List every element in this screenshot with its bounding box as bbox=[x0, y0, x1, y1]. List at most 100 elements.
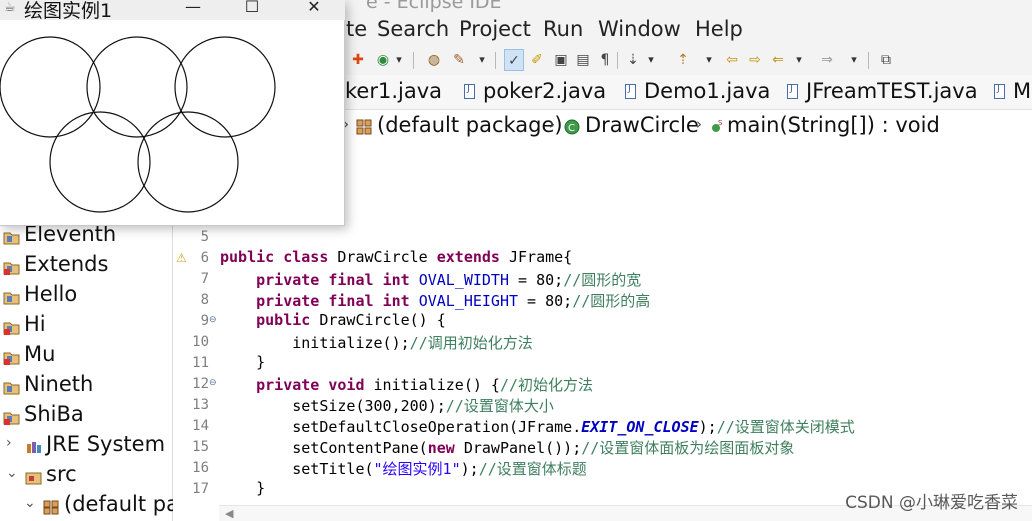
code-line[interactable]: private final int OVAL_WIDTH = 80;//圆形的宽 bbox=[220, 269, 641, 290]
explorer-item[interactable]: (default pac bbox=[64, 492, 191, 516]
toggle-breadcrumb-icon[interactable]: ✓ bbox=[504, 49, 524, 71]
expand-icon[interactable]: › bbox=[6, 435, 12, 451]
line-number: 12 bbox=[192, 376, 209, 392]
svg-text:C: C bbox=[568, 123, 575, 134]
code-line[interactable]: } bbox=[220, 479, 265, 497]
coverage-icon[interactable]: ◉ bbox=[373, 49, 393, 71]
explorer-item[interactable]: Mu bbox=[24, 342, 55, 366]
menu-item-window[interactable]: Window bbox=[598, 17, 681, 41]
collapse-icon[interactable]: ⌄ bbox=[24, 495, 36, 511]
line-number: 11 bbox=[192, 355, 209, 371]
run-tool-icon[interactable]: ✚ bbox=[348, 49, 368, 71]
breadcrumb-class[interactable]: DrawCircle bbox=[585, 113, 699, 137]
explorer-item[interactable]: JRE System Li bbox=[46, 432, 189, 456]
word-wrap-icon[interactable]: ▤ bbox=[573, 49, 593, 71]
circle-4 bbox=[49, 111, 151, 213]
explorer-item[interactable]: Hi bbox=[24, 312, 46, 336]
last-edit-location-icon[interactable]: ⇦ bbox=[722, 49, 742, 71]
explorer-item[interactable]: ShiBa bbox=[24, 402, 84, 426]
code-line[interactable]: setDefaultCloseOperation(JFrame.EXIT_ON_… bbox=[220, 416, 855, 437]
tab-label: poker2.java bbox=[483, 79, 607, 103]
block-selection-icon[interactable]: ▣ bbox=[551, 49, 571, 71]
chevron-right-icon[interactable]: › bbox=[696, 115, 702, 133]
explorer-item[interactable]: Extends bbox=[24, 252, 108, 276]
menu-item-run[interactable]: Run bbox=[543, 17, 583, 41]
swing-titlebar[interactable]: ☕ 绘图实例1 — ☐ ✕ bbox=[0, 0, 345, 22]
mark-occurrences-icon[interactable]: ✐ bbox=[527, 49, 547, 71]
previous-annotation-dropdown-icon[interactable]: ▾ bbox=[703, 49, 715, 71]
menu-item-help[interactable]: Help bbox=[695, 17, 743, 41]
fold-toggle-icon[interactable]: ⊖ bbox=[209, 378, 217, 388]
explorer-item[interactable]: src bbox=[46, 462, 77, 486]
collapse-icon[interactable]: ⌄ bbox=[6, 465, 18, 481]
java-file-icon bbox=[464, 83, 475, 99]
previous-annotation-icon[interactable]: ⇡ bbox=[673, 49, 693, 71]
search-tool-icon[interactable]: ✎ bbox=[449, 49, 469, 71]
project-folder-icon bbox=[3, 262, 20, 275]
line-number: 10 bbox=[192, 334, 209, 350]
explorer-item[interactable]: Hello bbox=[24, 282, 77, 306]
menu-item-file-partial[interactable]: te bbox=[346, 17, 367, 41]
java-file-icon bbox=[787, 83, 798, 99]
line-number: 17 bbox=[192, 481, 209, 497]
tab-poker1[interactable]: ker1.java bbox=[345, 79, 442, 107]
forward-icon[interactable]: ⇒ bbox=[817, 49, 837, 71]
menu-item-project[interactable]: Project bbox=[459, 17, 531, 41]
code-line[interactable]: setContentPane(new DrawPanel());//设置窗体面板… bbox=[220, 437, 794, 458]
circle-3 bbox=[174, 36, 276, 138]
chevron-right-icon[interactable]: › bbox=[549, 115, 555, 133]
minimize-button[interactable]: — bbox=[176, 0, 210, 17]
code-line[interactable]: setSize(300,200);//设置窗体大小 bbox=[220, 395, 554, 416]
scroll-left-icon[interactable]: ◀ bbox=[225, 507, 233, 520]
method-icon: S bbox=[712, 119, 723, 132]
project-folder-icon bbox=[3, 412, 20, 425]
tab-more[interactable]: M bbox=[994, 79, 1031, 107]
tab-label: Demo1.java bbox=[644, 79, 771, 103]
code-line[interactable]: setTitle("绘图实例1");//设置窗体标题 bbox=[220, 458, 587, 479]
package-icon bbox=[356, 119, 372, 135]
tab-poker2[interactable]: poker2.java bbox=[464, 79, 606, 107]
explorer-item[interactable]: Nineth bbox=[24, 372, 93, 396]
class-icon: C bbox=[564, 119, 580, 135]
forward-edit-icon[interactable]: ⇨ bbox=[745, 49, 765, 71]
show-whitespace-icon[interactable]: ¶ bbox=[595, 49, 615, 71]
menu-item-search[interactable]: Search bbox=[377, 17, 449, 41]
code-line[interactable]: public DrawCircle() { bbox=[220, 311, 446, 329]
project-folder-icon bbox=[3, 232, 20, 245]
search-dropdown-icon[interactable]: ▾ bbox=[476, 49, 488, 71]
swing-window[interactable]: ☕ 绘图实例1 — ☐ ✕ bbox=[0, 0, 345, 226]
breadcrumb-method[interactable]: main(String[]) : void bbox=[727, 113, 940, 137]
library-icon bbox=[27, 442, 41, 453]
java-cup-icon: ☕ bbox=[4, 0, 16, 15]
warning-marker-icon[interactable]: ⚠ bbox=[176, 251, 187, 265]
maximize-button[interactable]: ☐ bbox=[235, 0, 269, 17]
back-dropdown-icon[interactable]: ▾ bbox=[793, 49, 805, 71]
svg-text:S: S bbox=[718, 119, 723, 127]
next-annotation-dropdown-icon[interactable]: ▾ bbox=[645, 49, 657, 71]
code-line[interactable]: } bbox=[220, 353, 265, 371]
coverage-dropdown-icon[interactable]: ▾ bbox=[393, 49, 405, 71]
close-button[interactable]: ✕ bbox=[297, 0, 331, 17]
breadcrumb-package[interactable]: (default package) bbox=[377, 113, 563, 137]
back-icon[interactable]: ⇐ bbox=[768, 49, 788, 71]
circle-2 bbox=[86, 36, 188, 138]
line-number: 8 bbox=[200, 292, 209, 308]
tab-jfreamtest[interactable]: JFreamTEST.java bbox=[787, 79, 978, 107]
open-type-icon[interactable]: ◍ bbox=[424, 49, 444, 71]
tab-demo1[interactable]: Demo1.java bbox=[625, 79, 770, 107]
line-number: 6 bbox=[200, 250, 209, 266]
code-line[interactable]: private final int OVAL_HEIGHT = 80;//圆形的… bbox=[220, 290, 650, 311]
forward-dropdown-icon[interactable]: ▾ bbox=[848, 49, 860, 71]
line-number: 7 bbox=[200, 271, 209, 287]
code-line[interactable]: public class DrawCircle extends JFrame{ bbox=[220, 248, 572, 266]
circle-5 bbox=[137, 111, 239, 213]
tab-label: JFreamTEST.java bbox=[806, 79, 978, 103]
line-number: 5 bbox=[200, 229, 209, 245]
line-number: 15 bbox=[192, 439, 209, 455]
pin-editor-icon[interactable]: ⧉ bbox=[876, 49, 896, 71]
code-line[interactable]: private void initialize() {//初始化方法 bbox=[220, 374, 593, 395]
line-number: 9 bbox=[200, 313, 209, 329]
fold-toggle-icon[interactable]: ⊖ bbox=[209, 315, 217, 325]
code-line[interactable]: initialize();//调用初始化方法 bbox=[220, 332, 532, 353]
next-annotation-icon[interactable]: ⇣ bbox=[623, 49, 643, 71]
